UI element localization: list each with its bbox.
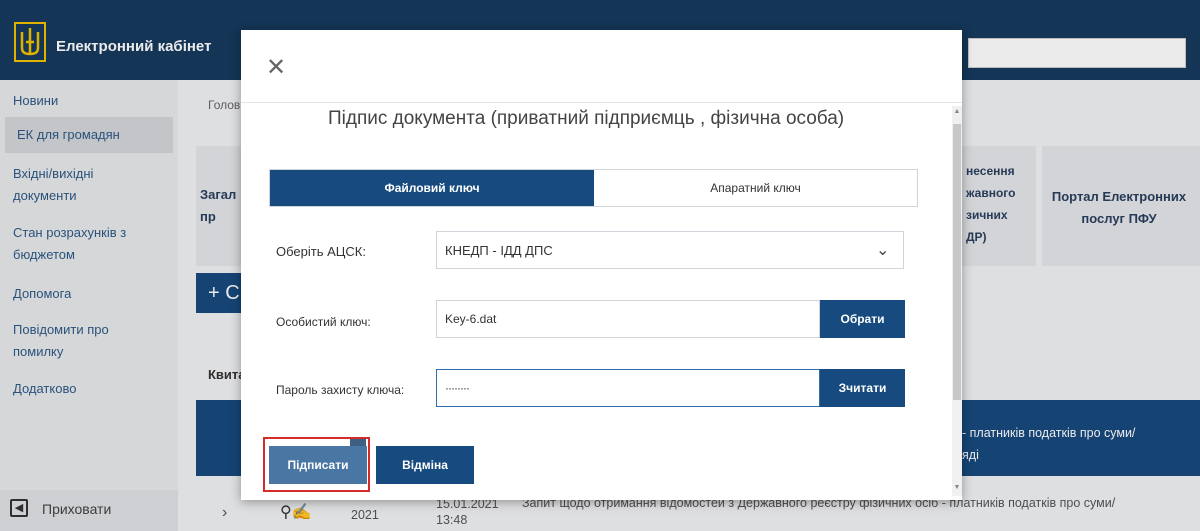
- scroll-up-icon[interactable]: ▲: [952, 108, 962, 118]
- modal-title: Підпис документа (приватний підприємць ,…: [328, 108, 845, 129]
- acsk-label: Оберіть АЦСК:: [276, 244, 366, 259]
- read-key-button[interactable]: Зчитати: [820, 369, 905, 407]
- highlight-box: [263, 437, 370, 492]
- scrollbar-thumb[interactable]: [953, 124, 961, 400]
- choose-key-button[interactable]: Обрати: [820, 300, 905, 338]
- password-value: ········: [445, 381, 470, 395]
- key-label: Особистий ключ:: [276, 315, 371, 329]
- password-field[interactable]: [436, 369, 820, 407]
- password-label: Пароль захисту ключа:: [276, 383, 405, 397]
- acsk-select-value: КНЕДП - ІДД ДПС: [445, 243, 553, 258]
- key-type-tabs: Файловий ключ Апаратний ключ: [269, 169, 918, 207]
- tab-hardware-key[interactable]: Апаратний ключ: [594, 170, 917, 206]
- key-file-value: Key-6.dat: [445, 312, 497, 326]
- close-icon[interactable]: ✕: [266, 56, 286, 80]
- scroll-down-icon[interactable]: ▼: [952, 484, 962, 494]
- chevron-down-icon[interactable]: ⌄: [876, 240, 889, 260]
- cancel-button[interactable]: Відміна: [376, 446, 474, 484]
- modal-divider: [241, 102, 962, 103]
- tab-file-key[interactable]: Файловий ключ: [270, 170, 594, 206]
